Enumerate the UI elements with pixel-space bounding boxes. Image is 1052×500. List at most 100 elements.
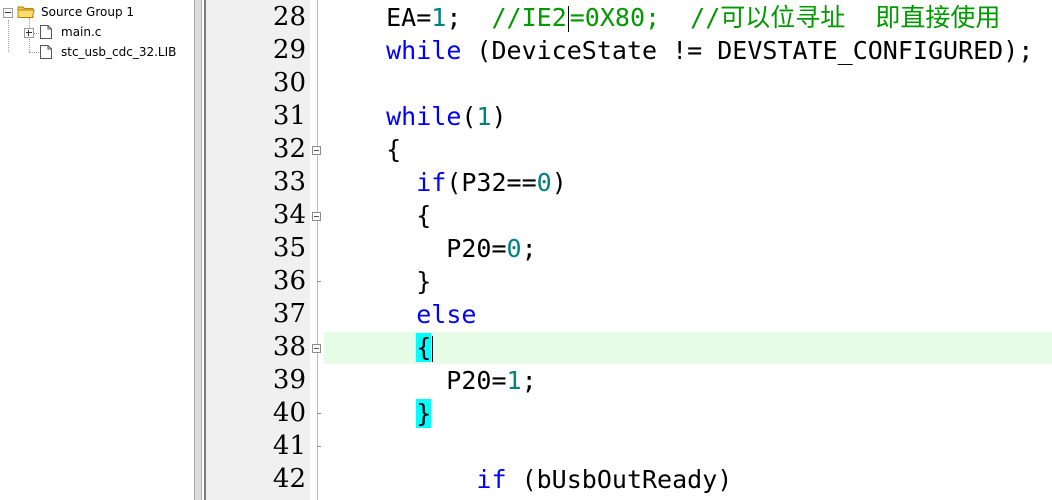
line-number: 29 bbox=[272, 35, 306, 65]
tree-item-label: stc_usb_cdc_32.LIB bbox=[61, 45, 177, 59]
code-token: ; bbox=[521, 234, 537, 263]
tree-item-label: Source Group 1 bbox=[41, 5, 135, 19]
code-line[interactable]: 35 P20=0; bbox=[206, 232, 1052, 265]
text-caret bbox=[567, 6, 569, 32]
code-text: { bbox=[356, 199, 431, 232]
line-number: 37 bbox=[272, 299, 306, 329]
line-number: 33 bbox=[272, 167, 306, 197]
code-text: if(P32==0) bbox=[356, 166, 567, 199]
project-tree-panel: Source Group 1 main.c stc_usb_cdc_32.LIB bbox=[0, 0, 194, 500]
code-token: } bbox=[356, 267, 432, 296]
code-line[interactable]: 33 if(P32==0) bbox=[206, 166, 1052, 199]
code-line[interactable]: 40 } bbox=[206, 397, 1052, 430]
code-line[interactable]: 36 } bbox=[206, 265, 1052, 298]
code-text: { bbox=[356, 133, 401, 166]
code-text: if (bUsbOutReady) bbox=[356, 463, 732, 496]
code-line[interactable]: 39 P20=1; bbox=[206, 364, 1052, 397]
fold-minus-icon[interactable] bbox=[312, 146, 321, 155]
tree-item-label: main.c bbox=[61, 25, 102, 39]
fold-end-marker bbox=[317, 413, 321, 414]
line-number: 31 bbox=[272, 101, 306, 131]
code-line[interactable]: 31 while(1) bbox=[206, 100, 1052, 133]
comment-token: =0X80; //可以位寻址 即直接使用 bbox=[569, 3, 1001, 32]
fold-end-marker bbox=[317, 446, 321, 447]
number-token: 1 bbox=[506, 366, 522, 395]
code-token: P20= bbox=[356, 366, 507, 395]
line-number: 28 bbox=[272, 2, 306, 32]
line-number: 38 bbox=[272, 332, 306, 362]
fold-minus-icon[interactable] bbox=[312, 212, 321, 221]
tree-connector bbox=[29, 52, 39, 53]
number-token: 0 bbox=[536, 168, 552, 197]
matched-brace: { bbox=[416, 333, 432, 362]
code-text: while(1) bbox=[356, 100, 507, 133]
code-line[interactable]: 37 else bbox=[206, 298, 1052, 331]
code-editor[interactable]: 28 EA=1; //IE2 =0X80; //可以位寻址 即直接使用 29 whi… bbox=[206, 0, 1052, 500]
line-number: 35 bbox=[272, 233, 306, 263]
code-token: EA= bbox=[356, 3, 432, 32]
code-line[interactable]: 34 { bbox=[206, 199, 1052, 232]
keyword-token: if bbox=[416, 168, 447, 197]
code-text: P20=1; bbox=[356, 364, 537, 397]
code-line[interactable]: 42 if (bUsbOutReady) bbox=[206, 463, 1052, 496]
code-text: while (DeviceState != DEVSTATE_CONFIGURE… bbox=[356, 34, 1033, 67]
code-token: (bUsbOutReady) bbox=[506, 465, 733, 494]
line-number: 39 bbox=[272, 365, 306, 395]
number-token: 1 bbox=[476, 102, 492, 131]
code-token: P20= bbox=[356, 234, 507, 263]
code-line[interactable]: 32 { bbox=[206, 133, 1052, 166]
code-token: ( bbox=[461, 102, 477, 131]
code-token: ; bbox=[446, 3, 492, 32]
code-line[interactable]: 38 { bbox=[206, 331, 1052, 364]
line-number: 34 bbox=[272, 200, 306, 230]
code-token: ) bbox=[551, 168, 567, 197]
line-number: 40 bbox=[272, 398, 306, 428]
fold-end-marker bbox=[317, 281, 321, 282]
panel-splitter[interactable] bbox=[194, 0, 202, 500]
line-number: 41 bbox=[272, 431, 306, 461]
keyword-token: if bbox=[476, 465, 507, 494]
line-number: 36 bbox=[272, 266, 306, 296]
code-text: P20=0; bbox=[356, 232, 537, 265]
matched-brace: } bbox=[416, 399, 432, 428]
expand-icon[interactable] bbox=[24, 28, 34, 38]
fold-minus-icon[interactable] bbox=[312, 344, 321, 353]
line-number: 32 bbox=[272, 134, 306, 164]
comment-token: //IE2 bbox=[491, 3, 567, 32]
code-token: { bbox=[356, 201, 432, 230]
code-text: } bbox=[356, 397, 432, 430]
code-token: (DeviceState != DEVSTATE_CONFIGURED); bbox=[461, 36, 1034, 65]
number-token: 1 bbox=[431, 3, 447, 32]
document-icon bbox=[39, 24, 53, 43]
number-token: 0 bbox=[506, 234, 522, 263]
collapse-icon[interactable] bbox=[3, 8, 13, 18]
keyword-token: while bbox=[386, 36, 462, 65]
code-line[interactable]: 28 EA=1; //IE2 =0X80; //可以位寻址 即直接使用 bbox=[206, 1, 1052, 34]
code-text: } bbox=[356, 265, 431, 298]
code-token: (P32== bbox=[446, 168, 537, 197]
code-text: EA=1; //IE2 =0X80; //可以位寻址 即直接使用 bbox=[356, 1, 1000, 34]
code-line[interactable]: 29 while (DeviceState != DEVSTATE_CONFIG… bbox=[206, 34, 1052, 67]
code-line[interactable]: 41 bbox=[206, 430, 1052, 463]
text-caret bbox=[432, 336, 434, 362]
keyword-token: while bbox=[386, 102, 462, 131]
code-token: { bbox=[356, 135, 402, 164]
document-icon bbox=[39, 44, 53, 63]
code-token: ) bbox=[491, 102, 507, 131]
tree-connector bbox=[8, 20, 9, 52]
keyword-token: else bbox=[416, 300, 477, 329]
folder-icon bbox=[17, 4, 35, 22]
code-token: ; bbox=[521, 366, 537, 395]
code-text: else bbox=[356, 298, 476, 331]
line-number: 42 bbox=[272, 464, 306, 494]
line-number: 30 bbox=[272, 68, 306, 98]
code-text: { bbox=[356, 331, 434, 364]
code-line[interactable]: 30 bbox=[206, 67, 1052, 100]
